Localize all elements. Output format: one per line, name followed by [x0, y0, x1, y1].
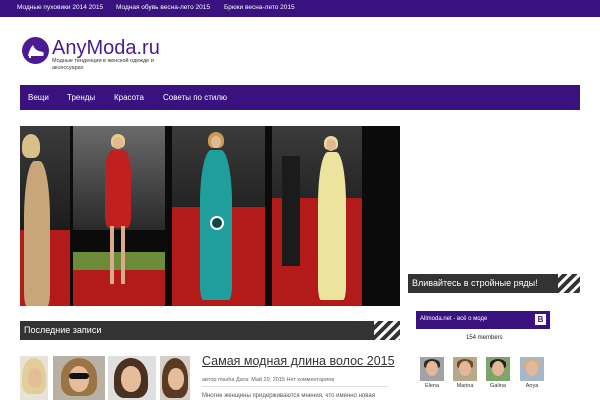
divider	[202, 386, 388, 387]
nav-item-beauty[interactable]: Красота	[114, 93, 144, 102]
member-avatar[interactable]: Marina	[453, 357, 477, 389]
member-name: Marina	[456, 383, 474, 389]
slider-play-button[interactable]	[210, 216, 224, 230]
post-thumbnail[interactable]	[20, 356, 48, 400]
post-meta: автор masha Дата: Май 29, 2015 Нет комме…	[202, 377, 335, 383]
stripes-decoration	[558, 274, 580, 293]
site-name: AnyModa.ru	[52, 37, 160, 59]
site-logo[interactable]: AnyModa.ru Модные тенденции в женской од…	[22, 37, 222, 77]
top-link-down-jackets[interactable]: Модные пуховики 2014 2015	[17, 4, 103, 11]
vk-group-widget[interactable]: Allmoda.net - всё о моде В	[416, 311, 550, 329]
post-thumbnail[interactable]	[160, 356, 190, 400]
nav-item-style-tips[interactable]: Советы по стилю	[163, 93, 227, 102]
member-name: Galina	[490, 383, 506, 389]
stripes-decoration	[374, 321, 400, 340]
member-avatar[interactable]: Elena	[420, 357, 444, 389]
join-header: Вливайтесь в стройные ряды!	[408, 274, 580, 293]
group-name: Allmoda.net - всё о моде	[420, 316, 488, 322]
nav-item-trends[interactable]: Тренды	[67, 93, 95, 102]
slide-photo	[73, 126, 165, 306]
top-bar: Модные пуховики 2014 2015 Модная обувь в…	[0, 0, 600, 17]
join-title: Вливайтесь в стройные ряды!	[412, 278, 538, 288]
top-link-trousers[interactable]: Брюки весна-лето 2015	[224, 4, 295, 11]
member-name: Elena	[424, 383, 440, 389]
post-thumbnail[interactable]	[108, 356, 156, 400]
top-link-shoes[interactable]: Модная обувь весна-лето 2015	[116, 4, 210, 11]
member-avatar[interactable]: Anya	[520, 357, 544, 389]
post-thumbnail[interactable]	[53, 356, 105, 400]
latest-posts-header: Последние записи	[20, 321, 400, 340]
post-excerpt: Многие женщины придерживаются мнения, чт…	[202, 393, 375, 399]
featured-slider[interactable]	[20, 126, 400, 306]
shoe-icon	[22, 37, 49, 64]
slide-photo	[272, 126, 362, 306]
slide-photo	[20, 126, 70, 306]
members-count: 154 members	[466, 335, 503, 341]
vk-logo-icon: В	[535, 314, 546, 325]
main-nav: Вещи Тренды Красота Советы по стилю	[20, 85, 580, 110]
member-name: Anya	[525, 383, 539, 389]
latest-posts-title: Последние записи	[24, 325, 102, 335]
member-avatar[interactable]: Galina	[486, 357, 510, 389]
post-title[interactable]: Самая модная длина волос 2015	[202, 354, 395, 368]
nav-item-things[interactable]: Вещи	[28, 93, 49, 102]
site-tagline: Модные тенденции в женской одежде и аксе…	[52, 58, 154, 71]
